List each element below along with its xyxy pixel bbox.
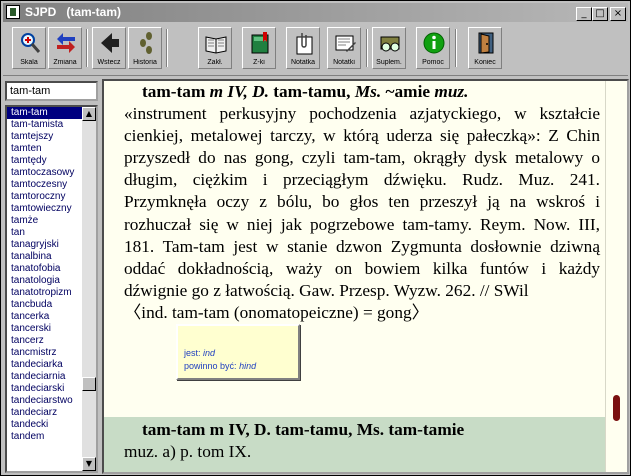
suplem-button[interactable]: Suplem.: [372, 27, 406, 69]
wstecz-label: Wstecz: [97, 59, 121, 66]
content-scrollbar[interactable]: [605, 81, 627, 472]
app-window: SJPD (tam-tam) _ □ × Skala Zmiana Wstecz…: [0, 0, 631, 476]
dictionary-entry: tam-tam m IV, D. tam-tamu, Ms. ~amie muz…: [104, 81, 606, 324]
scroll-up-button[interactable]: ▲: [82, 107, 96, 121]
entry2-heading: tam-tam m IV, D. tam-tamu, Ms. tam-tamie: [124, 419, 600, 441]
scroll-down-button[interactable]: ▼: [82, 457, 96, 471]
search-input[interactable]: tam-tam: [5, 81, 98, 101]
entry-domain: muz.: [434, 82, 469, 101]
notatki-button[interactable]: Notatki: [327, 27, 361, 69]
entry2-grammar: m IV, D. tam-tamu, Ms. tam-tamie: [205, 420, 465, 439]
swap-arrows-icon: [57, 33, 75, 53]
minimize-button[interactable]: _: [576, 7, 592, 21]
entry-genitive: tam-tamu,: [273, 82, 355, 101]
entry-headword: tam-tam: [142, 82, 210, 101]
suplem-label: Suplem.: [376, 59, 402, 66]
close-button[interactable]: ×: [610, 7, 626, 21]
content-scroll-thumb[interactable]: [613, 395, 620, 421]
window-title: SJPD (tam-tam): [25, 5, 122, 19]
toolbar: Skala Zmiana Wstecz Historia Zakł. Z-ki …: [3, 23, 628, 76]
entry-definition: «instrument perkusyjny pochodzenia azjat…: [124, 104, 600, 300]
back-arrow-icon: [101, 33, 119, 53]
zakl-label: Zakł.: [207, 59, 223, 66]
title-bar: SJPD (tam-tam) _ □ ×: [3, 3, 628, 22]
tooltip-value-2: hind: [239, 361, 257, 371]
entry2-reference: muz. a) p. tom IX.: [124, 442, 252, 462]
dictionary-entry-highlighted: tam-tam m IV, D. tam-tamu, Ms. tam-tamie…: [104, 417, 606, 472]
skala-label: Skala: [20, 59, 38, 66]
zmiana-button[interactable]: Zmiana: [48, 27, 82, 69]
notes-pencil-icon: [335, 35, 356, 52]
dictionary-content: tam-tam m IV, D. tam-tamu, Ms. ~amie muz…: [102, 79, 629, 474]
scroll-thumb[interactable]: [82, 377, 96, 391]
tooltip-label-1: jest:: [184, 348, 201, 358]
notatka-label: Notatka: [290, 59, 316, 66]
zakl-button[interactable]: Zakł.: [198, 27, 232, 69]
correction-tooltip: jest: ind powinno być: hind: [176, 324, 300, 380]
toolbar-separator: [86, 29, 88, 67]
word-list-scrollbar[interactable]: ▲ ▼: [82, 107, 96, 471]
entry-gender: m IV, D.: [209, 82, 274, 101]
entry-heading: tam-tam m IV, D. tam-tamu, Ms. ~amie muz…: [124, 81, 600, 103]
zmiana-label: Zmiana: [53, 59, 77, 66]
z-ki-button[interactable]: Z-ki: [242, 27, 276, 69]
tooltip-label-2: powinno być:: [184, 361, 237, 371]
historia-button[interactable]: Historia: [128, 27, 162, 69]
paperclip-note-icon: [296, 33, 313, 55]
supplement-book-glasses-icon: [380, 36, 400, 52]
entry-locative: ~amie: [385, 82, 435, 101]
toolbar-separator: [455, 29, 457, 67]
bookmark-book-icon: [251, 32, 269, 54]
entry-etymology: 〈ind. tam-tam (onomatopeiczne) = gong〉: [124, 302, 429, 322]
z-ki-label: Z-ki: [253, 59, 265, 66]
notatki-label: Notatki: [333, 59, 355, 66]
wstecz-button[interactable]: Wstecz: [92, 27, 126, 69]
app-icon[interactable]: [6, 5, 20, 19]
history-footprints-icon: [140, 32, 152, 54]
tooltip-value-1: ind: [203, 348, 216, 358]
pomoc-button[interactable]: Pomoc: [416, 27, 450, 69]
toolbar-separator: [166, 29, 168, 67]
entry2-headword: tam-tam: [142, 420, 206, 439]
open-book-icon: [205, 36, 227, 54]
historia-label: Historia: [133, 59, 157, 66]
tooltip-line-2: powinno być: hind: [184, 361, 256, 371]
toolbar-separator: [366, 29, 368, 67]
pomoc-label: Pomoc: [422, 59, 444, 66]
skala-button[interactable]: Skala: [12, 27, 46, 69]
exit-door-icon: [478, 32, 494, 54]
maximize-button[interactable]: □: [592, 7, 608, 21]
notatka-button[interactable]: Notatka: [286, 27, 320, 69]
magnifier-plus-icon: [21, 33, 41, 53]
koniec-button[interactable]: Koniec: [468, 27, 502, 69]
word-list[interactable]: tam-tam tam-tamista tamtejszy tamten tamtędy…: [5, 105, 98, 473]
tooltip-line-1: jest: ind: [184, 348, 215, 358]
help-info-icon: [423, 32, 445, 54]
koniec-label: Koniec: [474, 59, 496, 66]
entry-locative-label: Ms.: [354, 82, 386, 101]
